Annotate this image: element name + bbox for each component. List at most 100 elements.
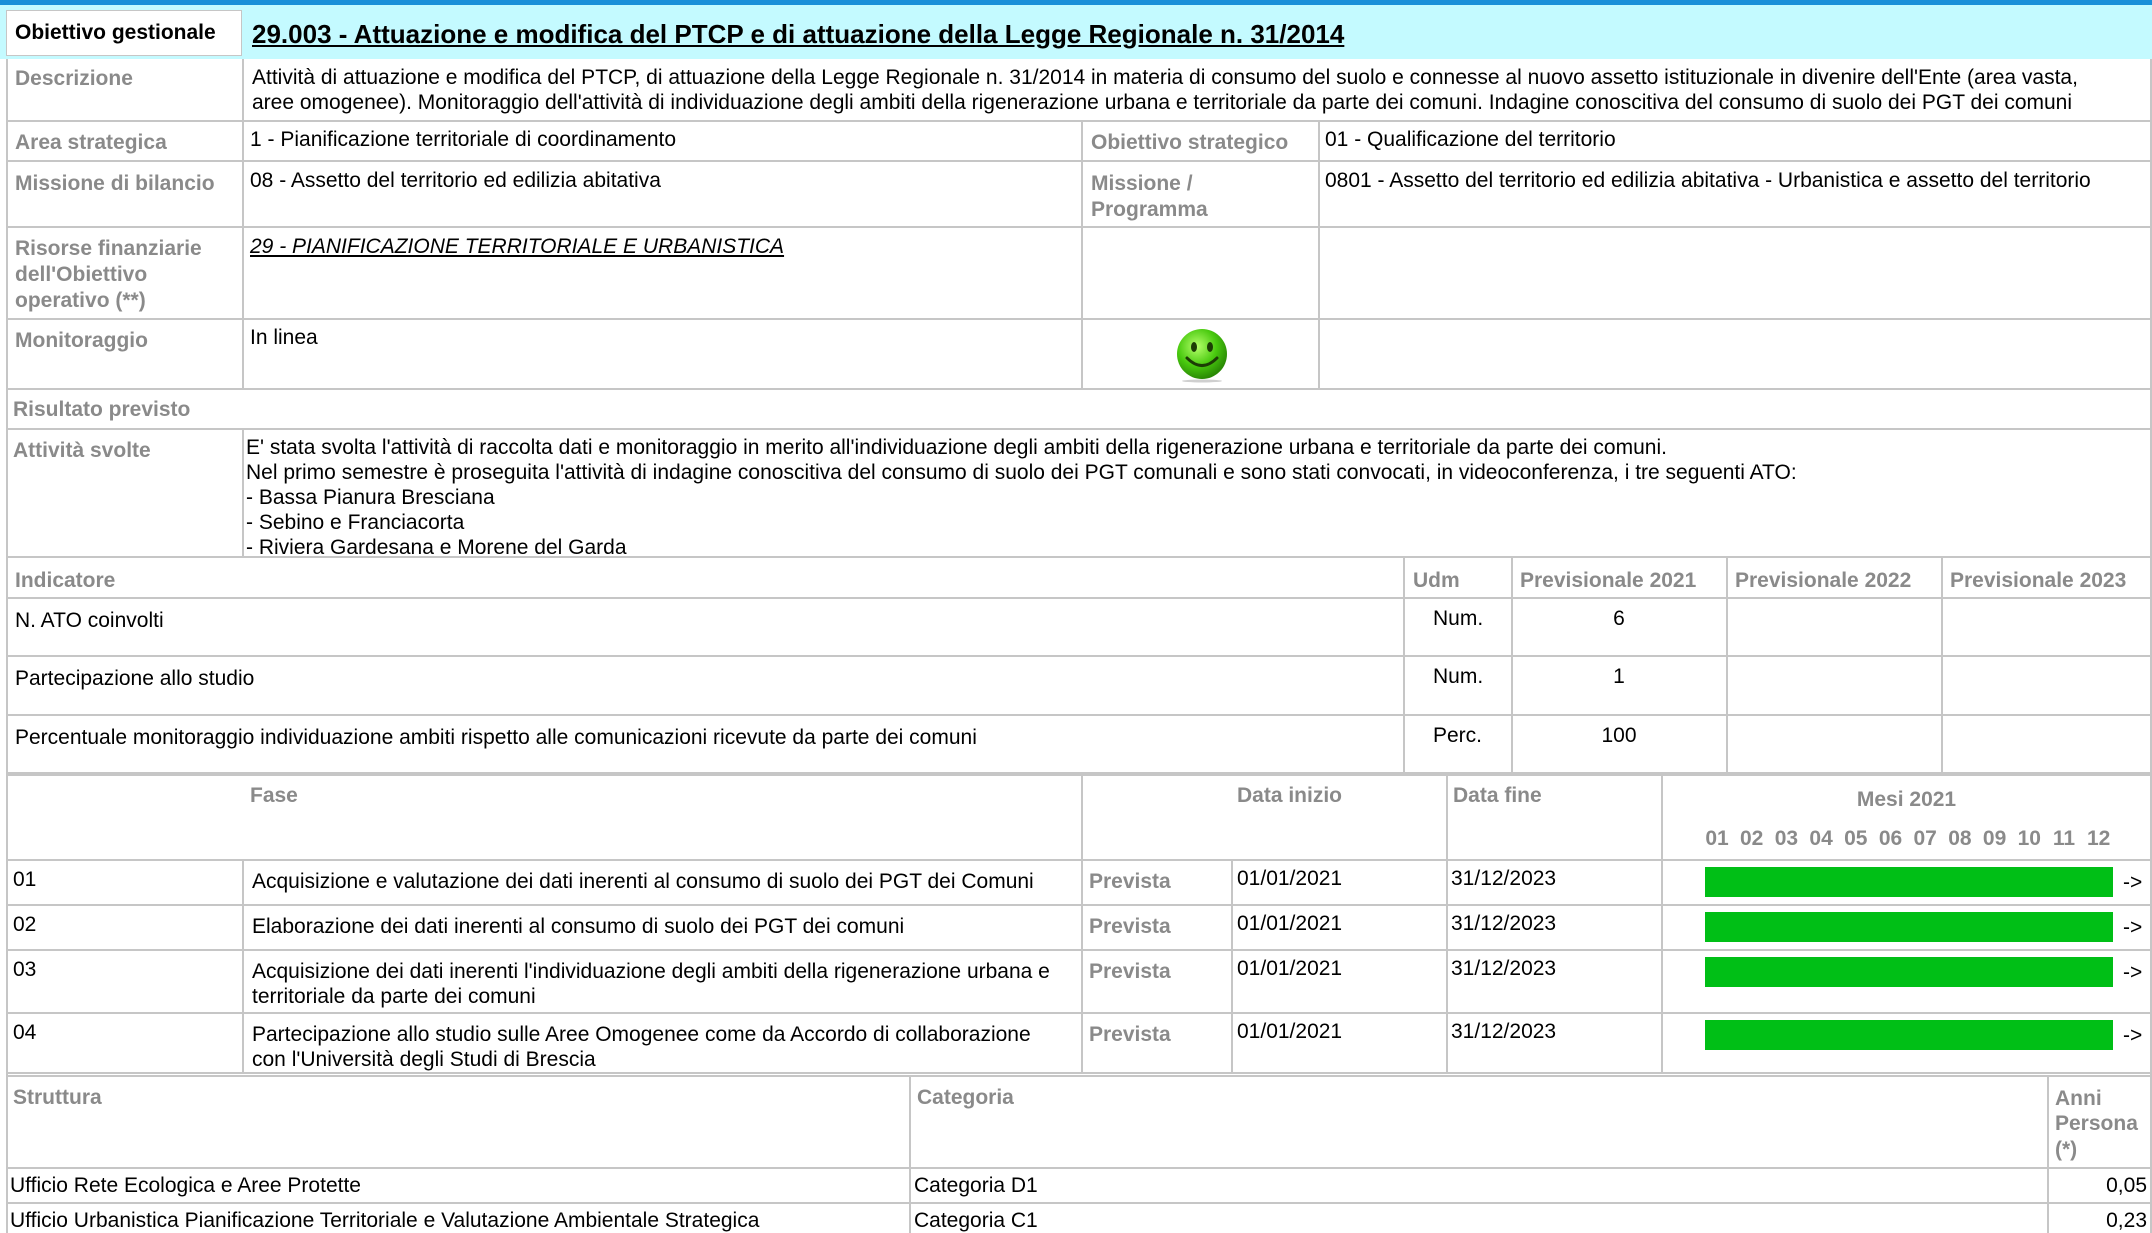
fase-data-fine: 31/12/2023 [1451,867,1557,890]
indicatore-udm: Num. [1433,607,1484,630]
missione-programma-value: 0801 - Assetto del territorio ed edilizi… [1325,169,2091,192]
fase-gantt-bar [1705,957,2113,987]
fase-description: Acquisizione e valutazione dei dati iner… [252,870,1034,893]
risorse-label-3: operativo (**) [15,289,146,312]
indicatore-udm: Num. [1433,665,1484,688]
risultato-previsto-label: Risultato previsto [13,398,191,421]
divider [6,904,2152,906]
fase-data-inizio: 01/01/2021 [1237,912,1343,935]
fase-arrow: -> [2123,871,2143,894]
missione-programma-label-2: Programma [1091,198,1208,221]
divider [6,160,2152,162]
risorse-value[interactable]: 29 - PIANIFICAZIONE TERRITORIALE E URBAN… [250,234,784,259]
fase-data-fine: 31/12/2023 [1451,912,1557,935]
fase-stato: Prevista [1089,915,1171,938]
attivita-line: Nel primo semestre è proseguita l'attivi… [246,461,1797,484]
struttura-categoria: Categoria C1 [914,1209,1038,1232]
data-inizio-header: Data inizio [1237,784,1343,807]
missione-programma-label-1: Missione / [1091,172,1193,195]
indicatore-udm: Perc. [1433,724,1483,747]
fase-data-fine: 31/12/2023 [1451,1020,1557,1043]
divider [6,1167,2152,1169]
divider [242,59,244,390]
fase-num: 04 [13,1021,37,1044]
fase-stato: Prevista [1089,960,1171,983]
risorse-link[interactable]: 29 - PIANIFICAZIONE TERRITORIALE E URBAN… [250,235,784,258]
missione-bilancio-label: Missione di bilancio [15,172,215,195]
struttura-name: Ufficio Rete Ecologica e Aree Protette [10,1174,361,1197]
fase-description: territoriale da parte dei comuni [252,985,536,1008]
month-label: 11 [2052,827,2076,850]
divider [242,859,244,1073]
monitoraggio-value: In linea [250,326,318,349]
attivita-line: - Sebino e Franciacorta [246,511,465,534]
month-label: 09 [1982,827,2007,850]
anni-persona-header-2: Persona [2055,1112,2138,1135]
divider [6,714,2152,716]
month-label: 04 [1809,827,1833,850]
fase-arrow: -> [2123,916,2143,939]
fase-gantt-bar [1705,867,2113,897]
attivita-line: - Bassa Pianura Bresciana [246,486,495,509]
previsionale-2023-header: Previsionale 2023 [1950,569,2127,592]
obiettivo-strategico-label: Obiettivo strategico [1091,131,1289,154]
fase-gantt-bar [1705,912,2113,942]
struttura-anni: 0,23 [2106,1209,2147,1232]
indicatore-p2021: 1 [1613,665,1625,688]
left-border [6,59,8,1233]
struttura-categoria: Categoria D1 [914,1174,1038,1197]
fase-stato: Prevista [1089,1023,1171,1046]
fase-arrow: -> [2123,1024,2143,1047]
risorse-label-2: dell'Obiettivo [15,263,148,286]
attivita-line: - Riviera Gardesana e Morene del Garda [246,536,627,559]
area-strategica-value: 1 - Pianificazione territoriale di coord… [250,128,677,151]
divider [242,430,244,558]
indicatore-name: N. ATO coinvolti [15,609,164,632]
divider [6,318,2152,320]
missione-bilancio-value: 08 - Assetto del territorio ed edilizia … [250,169,661,192]
divider [6,774,2152,776]
divider [6,859,2152,861]
month-label: 10 [2017,827,2041,850]
month-label: 03 [1774,827,1799,850]
anni-persona-header-1: Anni [2055,1087,2102,1110]
fase-header: Fase [250,784,298,807]
descrizione-line-1: Attività di attuazione e modifica del PT… [252,66,2078,89]
month-label: 05 [1844,827,1868,850]
previsionale-2021-header: Previsionale 2021 [1520,569,1697,592]
fase-description: Acquisizione dei dati inerenti l'individ… [252,960,1050,983]
indicatore-p2021: 6 [1613,607,1625,630]
divider [6,949,2152,951]
descrizione-label: Descrizione [15,67,133,90]
divider [1403,557,1405,773]
indicatore-name: Partecipazione allo studio [15,667,255,690]
fase-stato: Prevista [1089,870,1171,893]
divider [6,1072,2152,1074]
fase-num: 03 [13,958,37,981]
indicatore-name: Percentuale monitoraggio individuazione … [15,726,977,749]
fase-data-fine: 31/12/2023 [1451,957,1557,980]
area-strategica-label: Area strategica [15,131,167,154]
fase-gantt-bar [1705,1020,2113,1050]
anni-persona-header-3: (*) [2055,1138,2078,1161]
risorse-label-1: Risorse finanziarie [15,237,202,260]
month-label: 02 [1740,827,1764,850]
smiley-green-icon [1177,329,1227,383]
divider [6,1012,2152,1014]
fase-description: con l'Università degli Studi di Brescia [252,1048,596,1071]
fase-num: 01 [13,868,37,891]
obiettivo-strategico-value: 01 - Qualificazione del territorio [1325,128,1616,151]
struttura-header: Struttura [13,1086,102,1109]
divider [6,597,2152,599]
month-label: 12 [2087,827,2111,850]
fase-description: Partecipazione allo studio sulle Aree Om… [252,1023,1031,1046]
fase-num: 02 [13,913,37,936]
fase-data-inizio: 01/01/2021 [1237,867,1343,890]
divider [6,428,2152,430]
previsionale-2022-header: Previsionale 2022 [1735,569,1912,592]
divider [909,1076,911,1233]
header-label: Obiettivo gestionale [15,21,216,44]
fase-arrow: -> [2123,961,2143,984]
month-label: 08 [1948,827,1972,850]
divider [6,388,2152,390]
